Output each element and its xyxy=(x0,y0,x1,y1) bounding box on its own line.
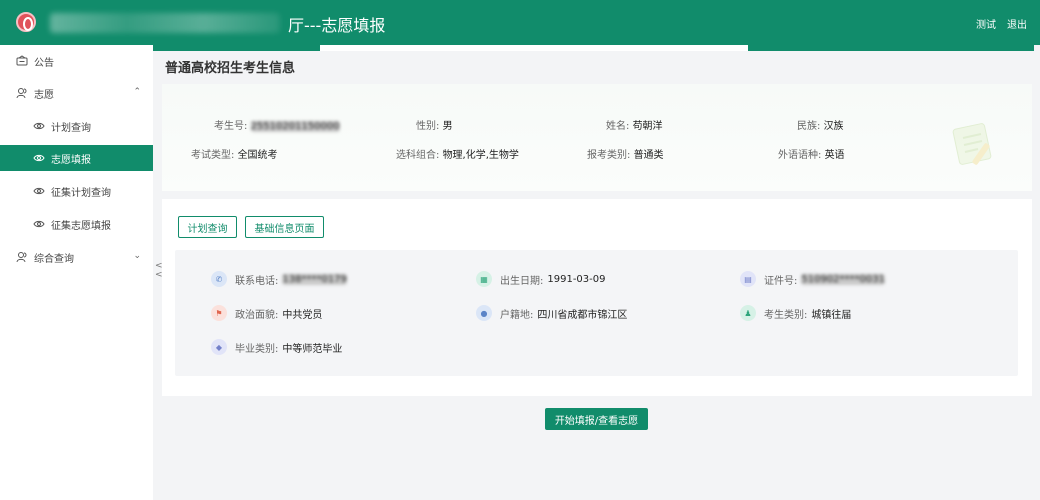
logo-icon xyxy=(16,12,36,32)
subjects-value: 物理,化学,生物学 xyxy=(442,150,519,161)
gender-value: 男 xyxy=(442,121,453,132)
exam-type-label: 考试类型: xyxy=(191,150,235,161)
phone-value: 138****0179 xyxy=(282,273,347,285)
graduation-type-field: ◆ 毕业类别: 中等师范毕业 xyxy=(211,339,342,355)
logout-link[interactable]: 退出 xyxy=(1007,16,1027,31)
graduation-type-label: 毕业类别: xyxy=(235,343,279,355)
blurred-title-prefix xyxy=(50,13,280,33)
announcement-icon xyxy=(16,55,28,66)
start-fill-button[interactable]: 开始填报/查看志愿 xyxy=(545,408,648,430)
sidebar-item-volunteer-fill[interactable]: 志愿填报 xyxy=(0,145,153,171)
hukou-field: ● 户籍地: 四川省成都市锦江区 xyxy=(476,305,627,321)
location-icon: ● xyxy=(476,305,492,321)
category-value: 普通类 xyxy=(633,150,664,161)
graduation-cap-icon: ◆ xyxy=(211,339,227,355)
political-status-value: 中共党员 xyxy=(282,309,323,321)
gender-field: 性别: 男 xyxy=(416,117,453,132)
id-number-field: ▤ 证件号: 510902****0031 xyxy=(740,271,885,287)
sidebar-item-label: 志愿 xyxy=(34,89,54,101)
phone-label: 联系电话: xyxy=(235,275,279,287)
subjects-field: 选科组合: 物理,化学,生物学 xyxy=(396,146,519,161)
name-field: 姓名: 苟朝洋 xyxy=(606,117,663,132)
chevron-down-icon: ⌄ xyxy=(133,251,141,261)
basic-info-page-button[interactable]: 基础信息页面 xyxy=(245,216,324,238)
flag-icon: ⚑ xyxy=(211,305,227,321)
header-tab-gap xyxy=(320,45,748,51)
gender-label: 性别: xyxy=(416,121,440,132)
ethnicity-value: 汉族 xyxy=(823,121,844,132)
id-card-icon: ▤ xyxy=(740,271,756,287)
exam-type-value: 全国统考 xyxy=(237,150,278,161)
users-icon xyxy=(16,252,27,263)
top-header: 厅---志愿填报 测试 退出 xyxy=(0,0,1040,45)
basic-info-bg xyxy=(162,84,1032,191)
eye-icon xyxy=(33,122,45,130)
student-type-field: ♟ 考生类别: 城镇往届 xyxy=(740,305,851,321)
birth-date-label: 出生日期: xyxy=(500,275,544,287)
sidebar-item-label: 公告 xyxy=(34,57,54,69)
student-type-value: 城镇往届 xyxy=(811,309,852,321)
name-label: 姓名: xyxy=(606,121,630,132)
person-icon: ♟ xyxy=(740,305,756,321)
phone-field: ✆ 联系电话: 138****0179 xyxy=(211,271,347,287)
sidebar-item-volunteer[interactable]: 志愿 ⌃ xyxy=(0,80,153,106)
sidebar-item-label: 征集志愿填报 xyxy=(51,220,111,232)
exam-number-value: 25510201150000 xyxy=(250,121,340,132)
page-title: 普通高校招生考生信息 xyxy=(165,61,296,76)
political-status-label: 政治面貌: xyxy=(235,309,279,321)
phone-icon: ✆ xyxy=(211,271,227,287)
ethnicity-field: 民族: 汉族 xyxy=(797,117,844,132)
sidebar: 公告 志愿 ⌃ 计划查询 志愿填报 征集计划查询 征集志愿填报 综合查询 ⌄ xyxy=(0,45,153,500)
app-title: 厅---志愿填报 xyxy=(288,16,386,35)
language-field: 外语语种: 英语 xyxy=(778,146,845,161)
user-name[interactable]: 测试 xyxy=(976,16,996,31)
hukou-value: 四川省成都市锦江区 xyxy=(537,309,628,321)
chevron-up-icon: ⌃ xyxy=(133,87,141,97)
users-icon xyxy=(16,88,27,99)
category-field: 报考类别: 普通类 xyxy=(587,146,664,161)
category-label: 报考类别: xyxy=(587,150,631,161)
sidebar-item-collect-volunteer-fill[interactable]: 征集志愿填报 xyxy=(0,211,153,237)
plan-query-button[interactable]: 计划查询 xyxy=(178,216,237,238)
eye-icon xyxy=(33,187,45,195)
sidebar-item-label: 综合查询 xyxy=(34,253,74,265)
birth-date-field: ▦ 出生日期: 1991-03-09 xyxy=(476,271,606,287)
exam-type-field: 考试类型: 全国统考 xyxy=(191,146,278,161)
eye-icon xyxy=(33,220,45,228)
subjects-label: 选科组合: xyxy=(396,150,440,161)
sidebar-item-announcement[interactable]: 公告 xyxy=(0,48,153,74)
sidebar-item-collect-plan-query[interactable]: 征集计划查询 xyxy=(0,178,153,204)
hukou-label: 户籍地: xyxy=(500,309,534,321)
eye-icon xyxy=(33,154,45,162)
sidebar-item-plan-query[interactable]: 计划查询 xyxy=(0,113,153,139)
language-value: 英语 xyxy=(824,150,845,161)
sidebar-item-label: 志愿填报 xyxy=(51,154,91,166)
sidebar-item-label: 征集计划查询 xyxy=(51,187,111,199)
exam-number-label: 考生号: xyxy=(214,121,248,132)
calendar-icon: ▦ xyxy=(476,271,492,287)
exam-number-field: 考生号: 25510201150000 xyxy=(214,117,340,132)
name-value: 苟朝洋 xyxy=(632,121,663,132)
id-number-value: 510902****0031 xyxy=(801,273,885,285)
political-status-field: ⚑ 政治面貌: 中共党员 xyxy=(211,305,322,321)
language-label: 外语语种: xyxy=(778,150,822,161)
ethnicity-label: 民族: xyxy=(797,121,821,132)
sidebar-item-general-query[interactable]: 综合查询 ⌄ xyxy=(0,244,153,270)
notepad-illustration-icon xyxy=(952,123,992,165)
basic-info-card xyxy=(162,84,1032,191)
birth-date-value: 1991-03-09 xyxy=(547,273,606,285)
student-type-label: 考生类别: xyxy=(764,309,808,321)
sidebar-item-label: 计划查询 xyxy=(51,122,91,134)
graduation-type-value: 中等师范毕业 xyxy=(282,343,343,355)
id-number-label: 证件号: xyxy=(764,275,798,287)
